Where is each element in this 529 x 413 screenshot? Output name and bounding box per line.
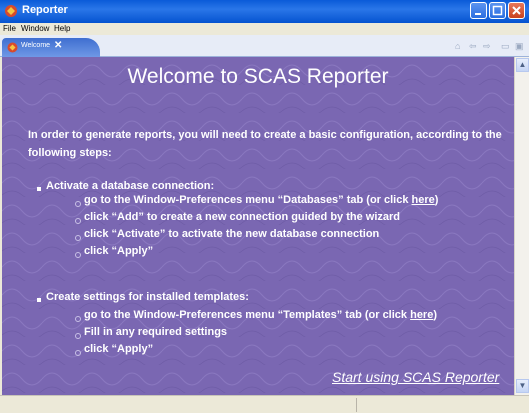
close-button[interactable] <box>508 2 525 19</box>
templates-here-link[interactable]: here <box>410 309 433 321</box>
tab-welcome[interactable]: Welcome ✕ <box>2 38 100 57</box>
circle-bullet-icon <box>75 316 81 322</box>
bullet-icon <box>37 298 41 302</box>
back-icon[interactable]: ⇦ <box>469 41 477 52</box>
circle-bullet-icon <box>75 350 81 356</box>
circle-bullet-icon <box>75 201 81 207</box>
view-toolbar: ⌂ ⇦ ⇨ ▭ ▣ <box>455 41 527 53</box>
status-divider <box>356 398 357 412</box>
section2-step2: Fill in any required settings <box>84 326 228 338</box>
close-icon <box>512 6 521 15</box>
section1-step3: click “Activate” to activate the new dat… <box>84 228 380 240</box>
maximize-button[interactable] <box>489 2 506 19</box>
section2-heading: Create settings for installed templates: <box>46 291 249 303</box>
welcome-tab-icon <box>7 42 18 53</box>
scroll-down-icon[interactable]: ▼ <box>516 379 529 393</box>
section1-step4: click “Apply” <box>84 245 154 257</box>
menu-file[interactable]: File <box>3 24 16 33</box>
vertical-scrollbar[interactable]: ▲ ▼ <box>514 57 529 395</box>
maximize-icon <box>492 5 503 16</box>
window-title-bar[interactable]: Reporter <box>0 0 529 23</box>
scroll-up-icon[interactable]: ▲ <box>516 58 529 72</box>
circle-bullet-icon <box>75 252 81 258</box>
start-using-link[interactable]: Start using SCAS Reporter <box>332 369 499 385</box>
maximize-view-icon[interactable]: ▣ <box>515 41 524 52</box>
status-bar <box>0 395 529 413</box>
welcome-page: Welcome to SCAS Reporter In order to gen… <box>2 57 514 395</box>
section2-step1-text: go to the Window-Preferences menu “Templ… <box>84 309 411 321</box>
tab-close-icon[interactable]: ✕ <box>54 40 62 51</box>
menu-bar: File Window Help <box>0 23 529 35</box>
reporter-app-icon <box>5 5 17 17</box>
welcome-title: Welcome to SCAS Reporter <box>127 65 389 88</box>
menu-window[interactable]: Window <box>21 24 49 33</box>
section1-step1-text: go to the Window-Preferences menu “Datab… <box>84 194 412 206</box>
background-pattern <box>2 57 514 395</box>
minimize-view-icon[interactable]: ▭ <box>501 41 510 52</box>
bullet-icon <box>37 187 41 191</box>
databases-here-link[interactable]: here <box>412 194 435 206</box>
section1-step2: click “Add” to create a new connection g… <box>84 211 401 223</box>
minimize-button[interactable] <box>470 2 487 19</box>
circle-bullet-icon <box>75 218 81 224</box>
editor-tab-bar: Welcome ✕ ⌂ ⇦ ⇨ ▭ ▣ <box>0 35 529 57</box>
section2-step1-end: ) <box>433 309 438 321</box>
minimize-icon <box>475 13 481 15</box>
section1-step1-end: ) <box>434 194 439 206</box>
forward-icon[interactable]: ⇨ <box>483 41 491 52</box>
intro-text: In order to generate reports, you will n… <box>28 129 502 159</box>
section2-step3: click “Apply” <box>84 343 154 355</box>
section1-heading: Activate a database connection: <box>46 180 215 192</box>
circle-bullet-icon <box>75 235 81 241</box>
section1-step1: go to the Window-Preferences menu “Datab… <box>84 194 438 206</box>
circle-bullet-icon <box>75 333 81 339</box>
window-title: Reporter <box>22 4 68 16</box>
tab-welcome-label: Welcome <box>21 42 51 49</box>
menu-help[interactable]: Help <box>54 24 70 33</box>
home-icon[interactable]: ⌂ <box>455 41 460 51</box>
section2-step1: go to the Window-Preferences menu “Templ… <box>84 309 437 321</box>
